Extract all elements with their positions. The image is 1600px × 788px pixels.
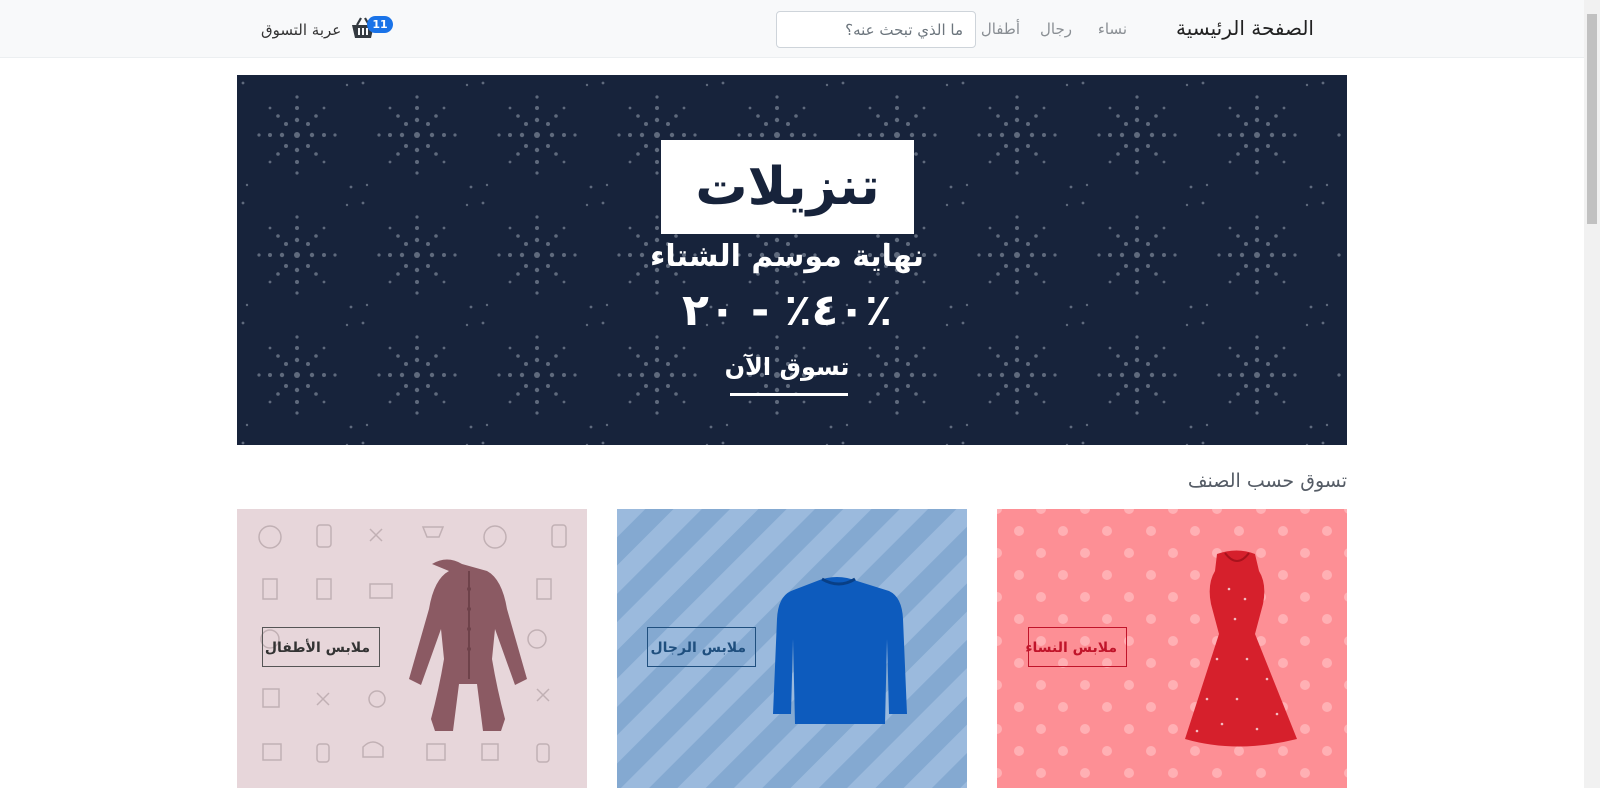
category-card-women[interactable]: ملابس النساء [997, 509, 1347, 788]
section-title: تسوق حسب الصنف [1187, 470, 1347, 492]
scrollbar-thumb[interactable] [1587, 14, 1597, 224]
category-label-men[interactable]: ملابس الرجال [647, 627, 756, 667]
sale-subtitle: نهاية موسم الشتاء [649, 239, 924, 274]
nav-link-women[interactable]: نساء [1098, 20, 1127, 38]
shop-now-underline [730, 393, 848, 396]
baby-onesie-image [409, 559, 527, 731]
cart-count-badge: 11 [367, 16, 393, 33]
sale-banner[interactable]: تنزيلات نهاية موسم الشتاء ٤٠٪ - ٢٠٪ تسوق… [237, 75, 1347, 445]
shop-now-link[interactable]: تسوق الآن [717, 353, 857, 381]
search-input[interactable] [776, 11, 976, 48]
nav-link-kids[interactable]: أطفال [981, 20, 1020, 38]
cart-label: عربة التسوق [261, 21, 342, 39]
category-label-kids[interactable]: ملابس الأطفال [262, 627, 380, 667]
sale-title-box: تنزيلات [661, 140, 914, 234]
category-card-kids[interactable]: ملابس الأطفال [237, 509, 587, 788]
brand-home-link[interactable]: الصفحة الرئيسية [1176, 16, 1314, 40]
nav-link-men[interactable]: رجال [1040, 20, 1072, 38]
top-navbar: الصفحة الرئيسية نساء رجال أطفال عربة الت… [0, 0, 1584, 58]
category-label-women[interactable]: ملابس النساء [1025, 627, 1127, 667]
sale-discount: ٤٠٪ - ٢٠٪ [681, 285, 893, 336]
sale-title: تنزيلات [695, 157, 880, 217]
page-scrollbar[interactable] [1584, 0, 1600, 788]
category-card-men[interactable]: ملابس الرجال [617, 509, 967, 788]
